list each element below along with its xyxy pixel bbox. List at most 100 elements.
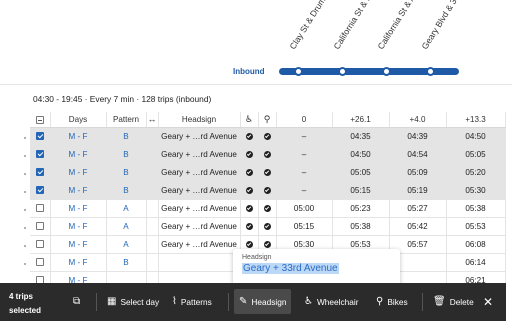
days-cell[interactable]: M - F: [50, 253, 107, 272]
col-stop-1[interactable]: +26.1: [332, 112, 390, 128]
pattern-cell[interactable]: B: [106, 127, 147, 146]
pattern-cell[interactable]: B: [106, 181, 147, 200]
bikes-button[interactable]: ⚲ Bikes: [371, 289, 413, 314]
col-stop-2[interactable]: +4.0: [389, 112, 447, 128]
wheelchair-check-icon[interactable]: [245, 168, 253, 176]
select-day-button[interactable]: ▦ Select day: [102, 289, 164, 314]
row-drag-handle[interactable]: [24, 155, 26, 157]
days-cell[interactable]: M - F: [50, 181, 107, 200]
bike-check-icon[interactable]: [263, 132, 271, 140]
row-checkbox[interactable]: [35, 258, 44, 267]
days-cell[interactable]: M - F: [50, 127, 107, 146]
time-cell[interactable]: 05:05: [332, 163, 390, 182]
time-cell[interactable]: 05:00: [276, 199, 333, 218]
headsign-input[interactable]: Geary + 33rd Avenue: [242, 263, 391, 274]
bike-check-icon[interactable]: [263, 204, 271, 212]
time-cell[interactable]: 05:38: [446, 199, 506, 218]
headsign-cell[interactable]: Geary + …rd Avenue: [158, 181, 241, 200]
wheelchair-check-icon[interactable]: [245, 186, 253, 194]
time-cell[interactable]: 05:30: [446, 181, 506, 200]
wheelchair-check-icon[interactable]: [245, 240, 253, 248]
duplicate-button[interactable]: ⧉: [68, 289, 85, 314]
table-row[interactable]: M - F A Geary + …rd Avenue 05:15 05:38 0…: [30, 217, 506, 236]
row-drag-handle[interactable]: [24, 263, 26, 265]
time-cell[interactable]: 05:05: [446, 145, 506, 164]
pattern-cell[interactable]: B: [106, 253, 147, 272]
col-headsign[interactable]: Headsign: [158, 112, 241, 128]
row-checkbox[interactable]: [35, 168, 44, 177]
patterns-button[interactable]: ⌇ Patterns: [167, 289, 217, 314]
time-cell[interactable]: 05:15: [332, 181, 390, 200]
time-cell[interactable]: 04:54: [389, 145, 447, 164]
bike-check-icon[interactable]: [263, 168, 271, 176]
row-drag-handle[interactable]: [24, 137, 26, 139]
headsign-cell[interactable]: Geary + …rd Avenue: [158, 199, 241, 218]
time-cell[interactable]: 06:14: [446, 253, 506, 272]
row-drag-handle[interactable]: [24, 173, 26, 175]
bike-check-icon[interactable]: [263, 240, 271, 248]
time-cell[interactable]: 05:53: [446, 217, 506, 236]
time-cell[interactable]: –: [276, 163, 333, 182]
wheelchair-check-icon[interactable]: [245, 150, 253, 158]
table-row[interactable]: M - F B Geary + …rd Avenue – 05:15 05:19…: [30, 181, 506, 200]
time-cell[interactable]: 05:38: [332, 217, 390, 236]
delete-button[interactable]: 🗑 Delete: [428, 289, 479, 314]
headsign-cell[interactable]: [158, 253, 241, 272]
row-drag-handle[interactable]: [24, 245, 26, 247]
headsign-cell[interactable]: Geary + …rd Avenue: [158, 145, 241, 164]
select-all-cell[interactable]: [30, 112, 51, 128]
time-cell[interactable]: –: [276, 127, 333, 146]
table-row[interactable]: M - F B Geary + …rd Avenue – 04:35 04:39…: [30, 127, 506, 146]
wheelchair-button[interactable]: ♿ Wheelchair: [299, 289, 363, 314]
time-cell[interactable]: 05:15: [276, 217, 333, 236]
bike-check-icon[interactable]: [263, 222, 271, 230]
row-drag-handle[interactable]: [24, 209, 26, 211]
time-cell[interactable]: –: [276, 145, 333, 164]
close-button[interactable]: ✕: [478, 289, 498, 314]
pattern-cell[interactable]: A: [106, 235, 147, 254]
time-cell[interactable]: 05:23: [332, 199, 390, 218]
stop-name[interactable]: Clay St & Drumm St: [288, 0, 337, 51]
time-cell[interactable]: 04:39: [389, 127, 447, 146]
time-cell[interactable]: 04:35: [332, 127, 390, 146]
headsign-cell[interactable]: Geary + …rd Avenue: [158, 235, 241, 254]
table-row[interactable]: M - F A Geary + …rd Avenue 05:00 05:23 0…: [30, 199, 506, 218]
bike-check-icon[interactable]: [263, 150, 271, 158]
wheelchair-check-icon[interactable]: [245, 222, 253, 230]
col-days[interactable]: Days: [50, 112, 107, 128]
time-cell[interactable]: 05:20: [446, 163, 506, 182]
pattern-cell[interactable]: A: [106, 199, 147, 218]
time-cell[interactable]: 04:50: [446, 127, 506, 146]
headsign-cell[interactable]: Geary + …rd Avenue: [158, 163, 241, 182]
row-checkbox[interactable]: [35, 186, 44, 195]
row-checkbox[interactable]: [35, 132, 44, 141]
time-cell[interactable]: 06:08: [446, 235, 506, 254]
days-cell[interactable]: M - F: [50, 199, 107, 218]
wheelchair-check-icon[interactable]: [245, 132, 253, 140]
col-stop-0[interactable]: 0: [276, 112, 333, 128]
days-cell[interactable]: M - F: [50, 217, 107, 236]
wheelchair-check-icon[interactable]: [245, 204, 253, 212]
bike-check-icon[interactable]: [263, 186, 271, 194]
col-pattern[interactable]: Pattern: [106, 112, 147, 128]
expand-icon[interactable]: ↔: [146, 112, 159, 128]
days-cell[interactable]: M - F: [50, 145, 107, 164]
row-drag-handle[interactable]: [24, 227, 26, 229]
days-cell[interactable]: M - F: [50, 163, 107, 182]
select-all-checkbox[interactable]: [35, 115, 44, 124]
table-row[interactable]: M - F B Geary + …rd Avenue – 04:50 04:54…: [30, 145, 506, 164]
row-checkbox[interactable]: [35, 222, 44, 231]
time-cell[interactable]: 05:42: [389, 217, 447, 236]
table-row[interactable]: M - F B Geary + …rd Avenue – 05:05 05:09…: [30, 163, 506, 182]
row-checkbox[interactable]: [35, 150, 44, 159]
stop-name[interactable]: Geary Blvd & 33rd Ave: [420, 0, 474, 51]
time-cell[interactable]: 05:09: [389, 163, 447, 182]
headsign-cell[interactable]: Geary + …rd Avenue: [158, 217, 241, 236]
row-checkbox[interactable]: [35, 240, 44, 249]
headsign-cell[interactable]: Geary + …rd Avenue: [158, 127, 241, 146]
time-cell[interactable]: –: [276, 181, 333, 200]
pattern-cell[interactable]: A: [106, 217, 147, 236]
pattern-cell[interactable]: B: [106, 163, 147, 182]
time-cell[interactable]: 04:50: [332, 145, 390, 164]
time-cell[interactable]: 05:27: [389, 199, 447, 218]
